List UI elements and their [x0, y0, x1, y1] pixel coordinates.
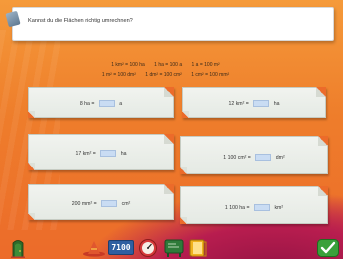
exercise-card: 8 ha = a: [28, 87, 174, 118]
exercise-unit: ha: [273, 100, 280, 107]
exercise-left: 17 km² =: [75, 150, 96, 157]
conversion-rule: 1 ha = 100 a: [154, 62, 183, 68]
exercise-left: 1 100 cm² =: [223, 154, 251, 161]
answer-input[interactable]: [98, 100, 115, 107]
exit-door-icon: [11, 240, 25, 258]
exercise-unit: dm²: [275, 154, 285, 161]
chalkboard-icon: [164, 239, 184, 257]
exercise-unit: km²: [274, 204, 284, 211]
check-answers-button[interactable]: [317, 239, 339, 257]
bottom-toolbar: 7100: [0, 235, 343, 259]
book-icon: [189, 239, 207, 257]
exercise-unit: cm²: [121, 200, 131, 207]
exercise-unit: ha: [120, 150, 127, 157]
hint-button[interactable]: [82, 239, 106, 257]
conversion-rule: 1 m² = 100 dm²: [101, 72, 136, 78]
answer-input[interactable]: [101, 200, 118, 207]
checkmark-icon: [317, 239, 339, 257]
exercise-left: 1 100 ha =: [224, 204, 250, 211]
answer-input[interactable]: [255, 154, 272, 161]
task-header: Kannst du die Flächen richtig umrechnen?: [5, 7, 334, 41]
conversion-rule: 1 cm² = 100 mm²: [191, 72, 230, 78]
wizard-hat-icon: [83, 241, 105, 257]
tape-icon: [5, 10, 21, 28]
conversion-rule: 1 a = 100 m²: [191, 62, 220, 68]
exit-button[interactable]: [10, 238, 26, 258]
speedometer-icon: [139, 239, 157, 257]
conversion-rule: 1 km² = 100 ha: [111, 62, 145, 68]
exercise-card: 17 km² = ha: [28, 134, 174, 170]
counter-display: 7100: [108, 240, 134, 255]
answer-input[interactable]: [100, 150, 117, 157]
answer-input[interactable]: [254, 204, 270, 211]
task-title: Kannst du die Flächen richtig umrechnen?: [28, 18, 133, 24]
conversion-rules-row-2: 1 m² = 100 dm² 1 dm² = 100 cm² 1 cm² = 1…: [0, 72, 337, 78]
exercise-left: 8 ha =: [79, 100, 95, 107]
answer-input[interactable]: [253, 100, 270, 107]
book-button[interactable]: [188, 239, 208, 257]
exercise-card: 1 100 ha = km²: [180, 186, 328, 224]
exercise-unit: a: [119, 100, 123, 107]
conversion-rule: 1 dm² = 100 cm²: [145, 72, 182, 78]
exercise-left: 200 mm² =: [71, 200, 97, 207]
exercise-card: 200 mm² = cm²: [28, 184, 174, 220]
board-button[interactable]: [164, 239, 184, 257]
exercise-left: 12 km² =: [228, 100, 249, 107]
progress-button[interactable]: [138, 237, 158, 257]
exercise-card: 12 km² = ha: [182, 87, 326, 118]
conversion-rules-row-1: 1 km² = 100 ha 1 ha = 100 a 1 a = 100 m²: [0, 62, 337, 68]
exercise-card: 1 100 cm² = dm²: [180, 136, 328, 174]
